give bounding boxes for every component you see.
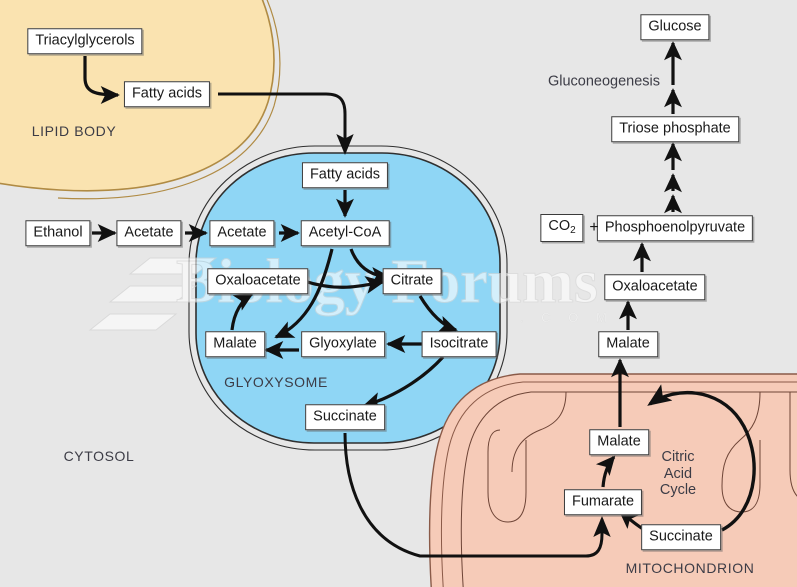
diagram-canvas: Biology Forums . C O M — [0, 0, 797, 587]
node-succinate-glyoxysome[interactable]: Succinate — [305, 404, 385, 430]
node-fatty-acids-glyoxysome[interactable]: Fatty acids — [301, 162, 389, 188]
node-triacylglycerols[interactable]: Triacylglycerols — [27, 28, 143, 54]
node-fatty-acids-lipid[interactable]: Fatty acids — [123, 81, 211, 107]
compartment-label-cytosol: CYTOSOL — [63, 448, 135, 464]
node-acetate-glyoxysome[interactable]: Acetate — [209, 220, 275, 246]
plus-sign: + — [589, 219, 599, 236]
node-glucose[interactable]: Glucose — [640, 14, 710, 40]
node-co2[interactable]: CO2 — [540, 214, 584, 242]
node-glyoxylate[interactable]: Glyoxylate — [301, 331, 385, 357]
node-oxaloacetate-glyoxysome[interactable]: Oxaloacetate — [207, 268, 309, 294]
cac-line3: Cycle — [659, 482, 697, 499]
node-acetate-cytosol[interactable]: Acetate — [116, 220, 182, 246]
cac-line1: Citric — [661, 448, 695, 465]
node-triose-phosphate[interactable]: Triose phosphate — [611, 116, 739, 142]
node-oxaloacetate-cytosol[interactable]: Oxaloacetate — [604, 274, 706, 300]
node-citrate[interactable]: Citrate — [382, 268, 442, 294]
node-acetyl-coa[interactable]: Acetyl-CoA — [300, 220, 390, 246]
node-malate-mitochondrion[interactable]: Malate — [589, 429, 649, 455]
node-isocitrate[interactable]: Isocitrate — [421, 331, 497, 357]
compartment-label-mitochondrion: MITOCHONDRION — [625, 560, 755, 576]
compartment-label-glyoxysome: GLYOXYSOME — [224, 374, 328, 390]
citric-acid-cycle-label: Citric Acid Cycle — [660, 449, 696, 499]
co2-formula: CO2 — [548, 218, 576, 236]
diagram-labels: Triacylglycerols Fatty acids Fatty acids… — [0, 0, 797, 587]
node-phosphoenolpyruvate[interactable]: Phosphoenolpyruvate — [596, 215, 754, 241]
compartment-label-lipid-body: LIPID BODY — [31, 123, 117, 139]
node-fumarate[interactable]: Fumarate — [563, 489, 643, 515]
cac-line2: Acid — [663, 465, 693, 482]
node-ethanol[interactable]: Ethanol — [25, 220, 91, 246]
node-succinate-mitochondrion[interactable]: Succinate — [641, 524, 721, 550]
gluconeogenesis-label: Gluconeogenesis — [547, 73, 661, 90]
node-malate-cytosol[interactable]: Malate — [598, 331, 658, 357]
node-malate-glyoxysome[interactable]: Malate — [205, 331, 265, 357]
